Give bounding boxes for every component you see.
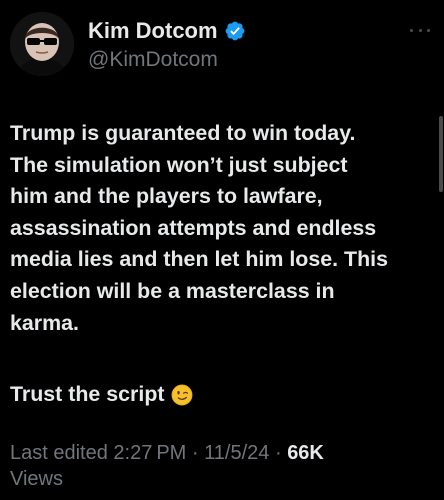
avatar-image [10,12,74,76]
tweet-date[interactable]: 11/5/24 [204,442,269,464]
tweet: Kim Dotcom @KimDotcom Trump is guarantee… [0,0,444,500]
more-options-icon[interactable] [410,26,430,34]
tweet-closing-line: Trust the script [10,378,193,410]
closing-text: Trust the script [10,382,165,406]
name-row: Kim Dotcom [88,18,246,44]
meta-separator-2: · [274,442,282,464]
views-count: 66K [287,442,324,464]
verified-badge-icon[interactable] [224,20,246,42]
scrollbar[interactable] [439,116,443,192]
author-block: Kim Dotcom @KimDotcom [88,18,246,74]
avatar[interactable] [10,12,74,76]
edited-label[interactable]: Last edited 2:27 PM [10,442,186,464]
tweet-text: Trump is guaranteed to win today. The si… [10,121,388,335]
tweet-meta: Last edited 2:27 PM · 11/5/24 · 66K View… [10,440,430,492]
meta-separator: · [191,442,199,464]
tweet-header: Kim Dotcom @KimDotcom [10,12,434,76]
handle[interactable]: @KimDotcom [88,46,246,74]
winking-face-emoji-icon [171,383,193,406]
views-label: Views [10,468,63,490]
display-name[interactable]: Kim Dotcom [88,18,218,44]
